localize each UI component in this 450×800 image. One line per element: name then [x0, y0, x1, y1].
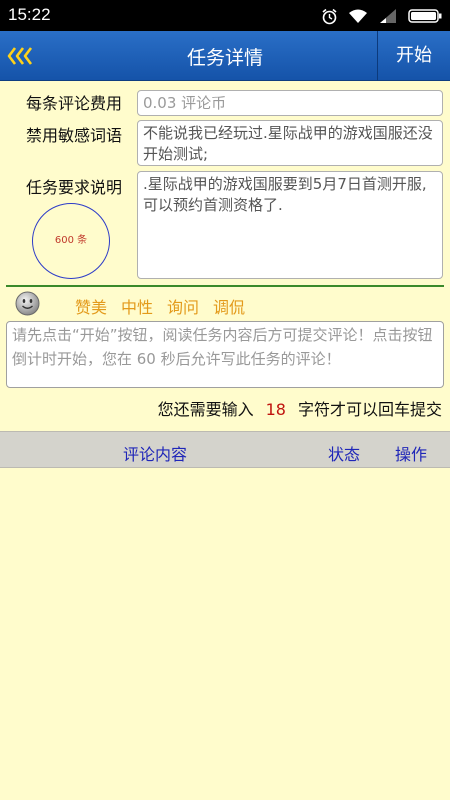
- comment-input[interactable]: 请先点击“开始”按钮，阅读任务内容后方可提交评论！点击按钮倒计时开始，您在 60…: [6, 321, 444, 388]
- banned-words-label: 禁用敏感词语: [25, 126, 122, 145]
- remaining-count: 18: [265, 400, 286, 419]
- char-count-hint: 您还需要输入 18 字符才可以回车提交: [158, 396, 442, 420]
- tone-tease[interactable]: 调侃: [213, 294, 245, 318]
- battery-icon: [408, 9, 442, 23]
- status-icons: [321, 6, 442, 26]
- tone-neutral[interactable]: 中性: [121, 294, 153, 318]
- comments-table-header: 评论内容 状态 操作: [0, 431, 450, 468]
- smiley-icon[interactable]: [15, 291, 40, 316]
- start-button[interactable]: 开始: [378, 31, 450, 81]
- tone-praise[interactable]: 赞美: [75, 294, 107, 318]
- requirements-field[interactable]: .星际战甲的游戏国服要到5月7日首测开服,可以预约首测资格了.: [137, 171, 443, 279]
- section-divider: [6, 285, 444, 287]
- fee-field[interactable]: 0.03 评论币: [137, 90, 443, 116]
- banned-words-field[interactable]: 不能说我已经玩过.星际战甲的游戏国服还没开始测试;: [137, 120, 443, 166]
- alarm-icon: [322, 8, 337, 24]
- tone-options: 赞美 中性 询问 调侃: [75, 294, 245, 318]
- tone-question[interactable]: 询问: [167, 294, 199, 318]
- hint-suffix: 字符才可以回车提交: [297, 400, 442, 419]
- column-actions: 操作: [395, 445, 428, 464]
- title-bar: 任务详情 开始: [0, 31, 450, 81]
- requirements-label: 任务要求说明: [25, 178, 122, 197]
- signal-icon: [380, 9, 396, 23]
- status-time: 15:22: [8, 5, 51, 24]
- wifi-icon: [349, 9, 367, 23]
- status-bar: 15:22: [0, 0, 450, 31]
- fee-label: 每条评论费用: [25, 94, 122, 113]
- hint-prefix: 您还需要输入: [157, 400, 254, 419]
- column-status: 状态: [328, 445, 361, 464]
- quota-badge: 600 条: [32, 203, 110, 279]
- column-comment-content: 评论内容: [123, 445, 188, 464]
